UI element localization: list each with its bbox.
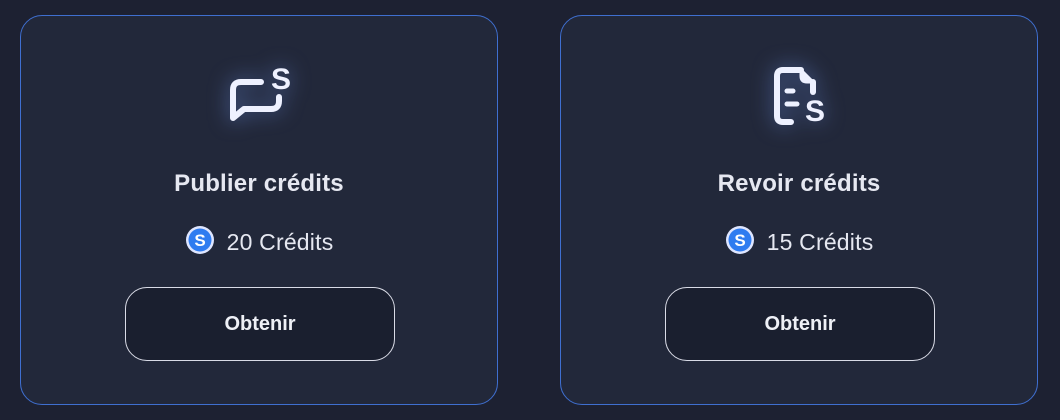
svg-text:S: S xyxy=(805,95,825,128)
coin-icon: S xyxy=(725,225,755,260)
obtain-button[interactable]: Obtenir xyxy=(125,287,395,361)
credits-text: 20 Crédits xyxy=(226,228,334,255)
review-credits-card: S Revoir crédits S 15 Crédits Obtenir xyxy=(560,15,1038,405)
document-dollar-icon: S xyxy=(763,58,835,130)
publish-credits-card: S Publier crédits S 20 Crédits Obtenir xyxy=(20,15,498,405)
obtain-button[interactable]: Obtenir xyxy=(665,287,935,361)
credits-text: 15 Crédits xyxy=(766,228,874,255)
credits-panel: S Publier crédits S 20 Crédits Obtenir S… xyxy=(0,0,1060,420)
publish-credits-title: Publier crédits xyxy=(174,170,344,197)
review-credits-amount: S 15 Crédits xyxy=(561,225,1037,260)
svg-text:S: S xyxy=(734,231,745,250)
coin-icon: S xyxy=(185,225,215,260)
publish-credits-amount: S 20 Crédits xyxy=(21,225,497,260)
svg-text:S: S xyxy=(194,231,205,250)
review-credits-title: Revoir crédits xyxy=(717,170,881,197)
svg-text:S: S xyxy=(271,63,291,96)
message-dollar-icon: S xyxy=(223,58,295,130)
